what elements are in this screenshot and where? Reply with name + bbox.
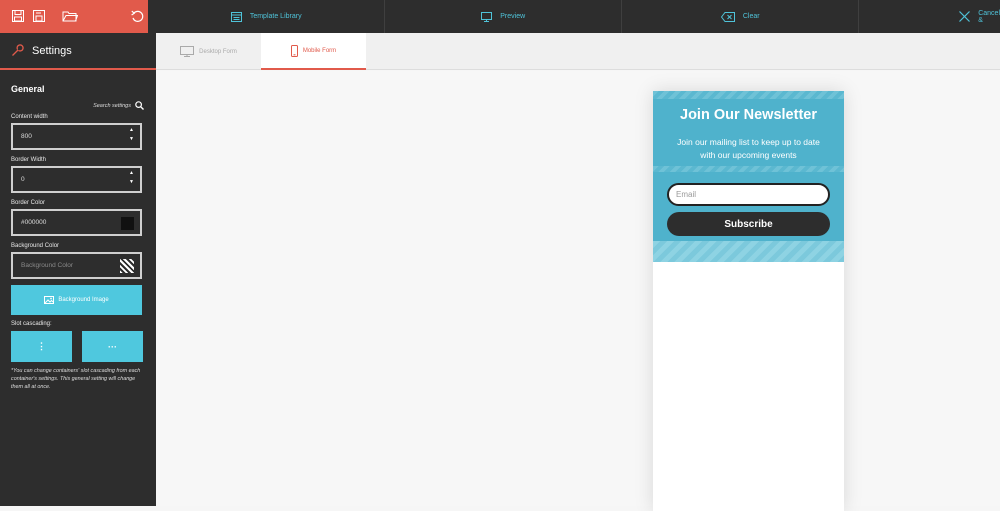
clear-icon	[720, 11, 735, 22]
color-swatch[interactable]	[121, 217, 134, 230]
template-library-button[interactable]: Template Library	[148, 0, 386, 33]
file-actions	[0, 0, 149, 33]
wrench-icon	[12, 44, 24, 56]
settings-header: Settings	[0, 33, 156, 70]
content-width-value: 800	[21, 133, 32, 140]
image-icon	[44, 296, 55, 304]
close-icon	[959, 11, 971, 22]
border-color-label: Border Color	[11, 200, 46, 206]
mobile-icon	[290, 44, 298, 57]
border-width-input[interactable]: 0 ▲ ▼	[11, 166, 142, 193]
background-image-label: Background Image	[58, 297, 109, 303]
border-width-label: Border Width	[11, 157, 47, 163]
stripe-band-mid	[653, 166, 844, 172]
chevron-down-icon[interactable]: ▼	[129, 180, 134, 185]
clear-label: Clear	[742, 13, 760, 20]
search-settings-label: Search settings	[93, 102, 131, 109]
desktop-icon	[180, 46, 195, 57]
stripe-band-bottom	[653, 241, 844, 262]
settings-sidebar: Settings General Search settings Content…	[0, 33, 156, 506]
tab-mobile-form[interactable]: Mobile Form	[261, 33, 366, 70]
preview-label: Preview	[500, 13, 526, 20]
form-tabs: Desktop Form Mobile Form	[156, 33, 1000, 70]
border-color-input[interactable]: #000000	[11, 209, 142, 236]
border-width-stepper[interactable]: ▲ ▼	[129, 171, 134, 185]
top-nav: Template Library Preview Clear Cancel &	[148, 0, 1000, 33]
border-color-value: #000000	[21, 219, 47, 226]
slot-cascading-note: *You can change containers' slot cascadi…	[11, 368, 141, 390]
preview-button[interactable]: Preview	[385, 0, 623, 33]
cancel-button[interactable]: Cancel &	[859, 0, 1000, 33]
cascade-horizontal-button[interactable]: ···	[82, 331, 143, 362]
tab-desktop-label: Desktop Form	[199, 48, 237, 55]
save-icon[interactable]	[10, 8, 26, 24]
cascade-vertical-button[interactable]: ⋮	[11, 331, 72, 362]
newsletter-form[interactable]: Join Our Newsletter Join our mailing lis…	[653, 91, 844, 262]
template-library-icon	[230, 11, 242, 22]
background-color-placeholder: Background Color	[21, 262, 74, 269]
content-width-input[interactable]: 800 ▲ ▼	[11, 123, 142, 150]
undo-icon[interactable]	[129, 8, 145, 24]
border-width-value: 0	[21, 176, 25, 183]
content-width-stepper[interactable]: ▲ ▼	[129, 128, 134, 142]
open-folder-icon[interactable]	[61, 8, 79, 24]
email-field[interactable]: Email	[667, 183, 830, 206]
template-library-label: Template Library	[249, 13, 302, 20]
clear-button[interactable]: Clear	[622, 0, 860, 33]
background-color-label: Background Color	[11, 243, 60, 249]
chevron-up-icon[interactable]: ▲	[129, 171, 134, 176]
background-image-button[interactable]: Background Image	[11, 285, 142, 315]
tab-mobile-label: Mobile Form	[302, 47, 337, 54]
background-color-input[interactable]: Background Color	[11, 252, 142, 279]
cancel-label: Cancel &	[978, 9, 1000, 24]
subscribe-button[interactable]: Subscribe	[667, 212, 830, 236]
monitor-icon	[481, 11, 493, 22]
section-title: General	[11, 84, 45, 94]
search-settings[interactable]: Search settings	[0, 101, 144, 110]
chevron-down-icon[interactable]: ▼	[129, 137, 134, 142]
tab-desktop-form[interactable]: Desktop Form	[156, 33, 261, 70]
search-icon	[135, 101, 144, 110]
chevron-up-icon[interactable]: ▲	[129, 128, 134, 133]
newsletter-subtext[interactable]: Join our mailing list to keep up to date…	[671, 136, 826, 162]
stripe-band-top	[653, 91, 844, 99]
editor-canvas: Join Our Newsletter Join our mailing lis…	[156, 71, 1000, 511]
top-toolbar: Template Library Preview Clear Cancel &	[0, 0, 1000, 33]
settings-title: Settings	[32, 44, 72, 57]
mobile-preview: Join Our Newsletter Join our mailing lis…	[653, 91, 844, 511]
email-placeholder: Email	[676, 190, 697, 199]
slot-cascading-options: ⋮ ···	[11, 331, 156, 362]
newsletter-heading[interactable]: Join Our Newsletter	[653, 107, 844, 123]
save-as-icon[interactable]	[31, 8, 47, 24]
slot-cascading-label: Slot cascading:	[11, 321, 52, 327]
content-width-label: Content width	[11, 114, 48, 120]
transparent-swatch-icon[interactable]	[120, 259, 134, 273]
